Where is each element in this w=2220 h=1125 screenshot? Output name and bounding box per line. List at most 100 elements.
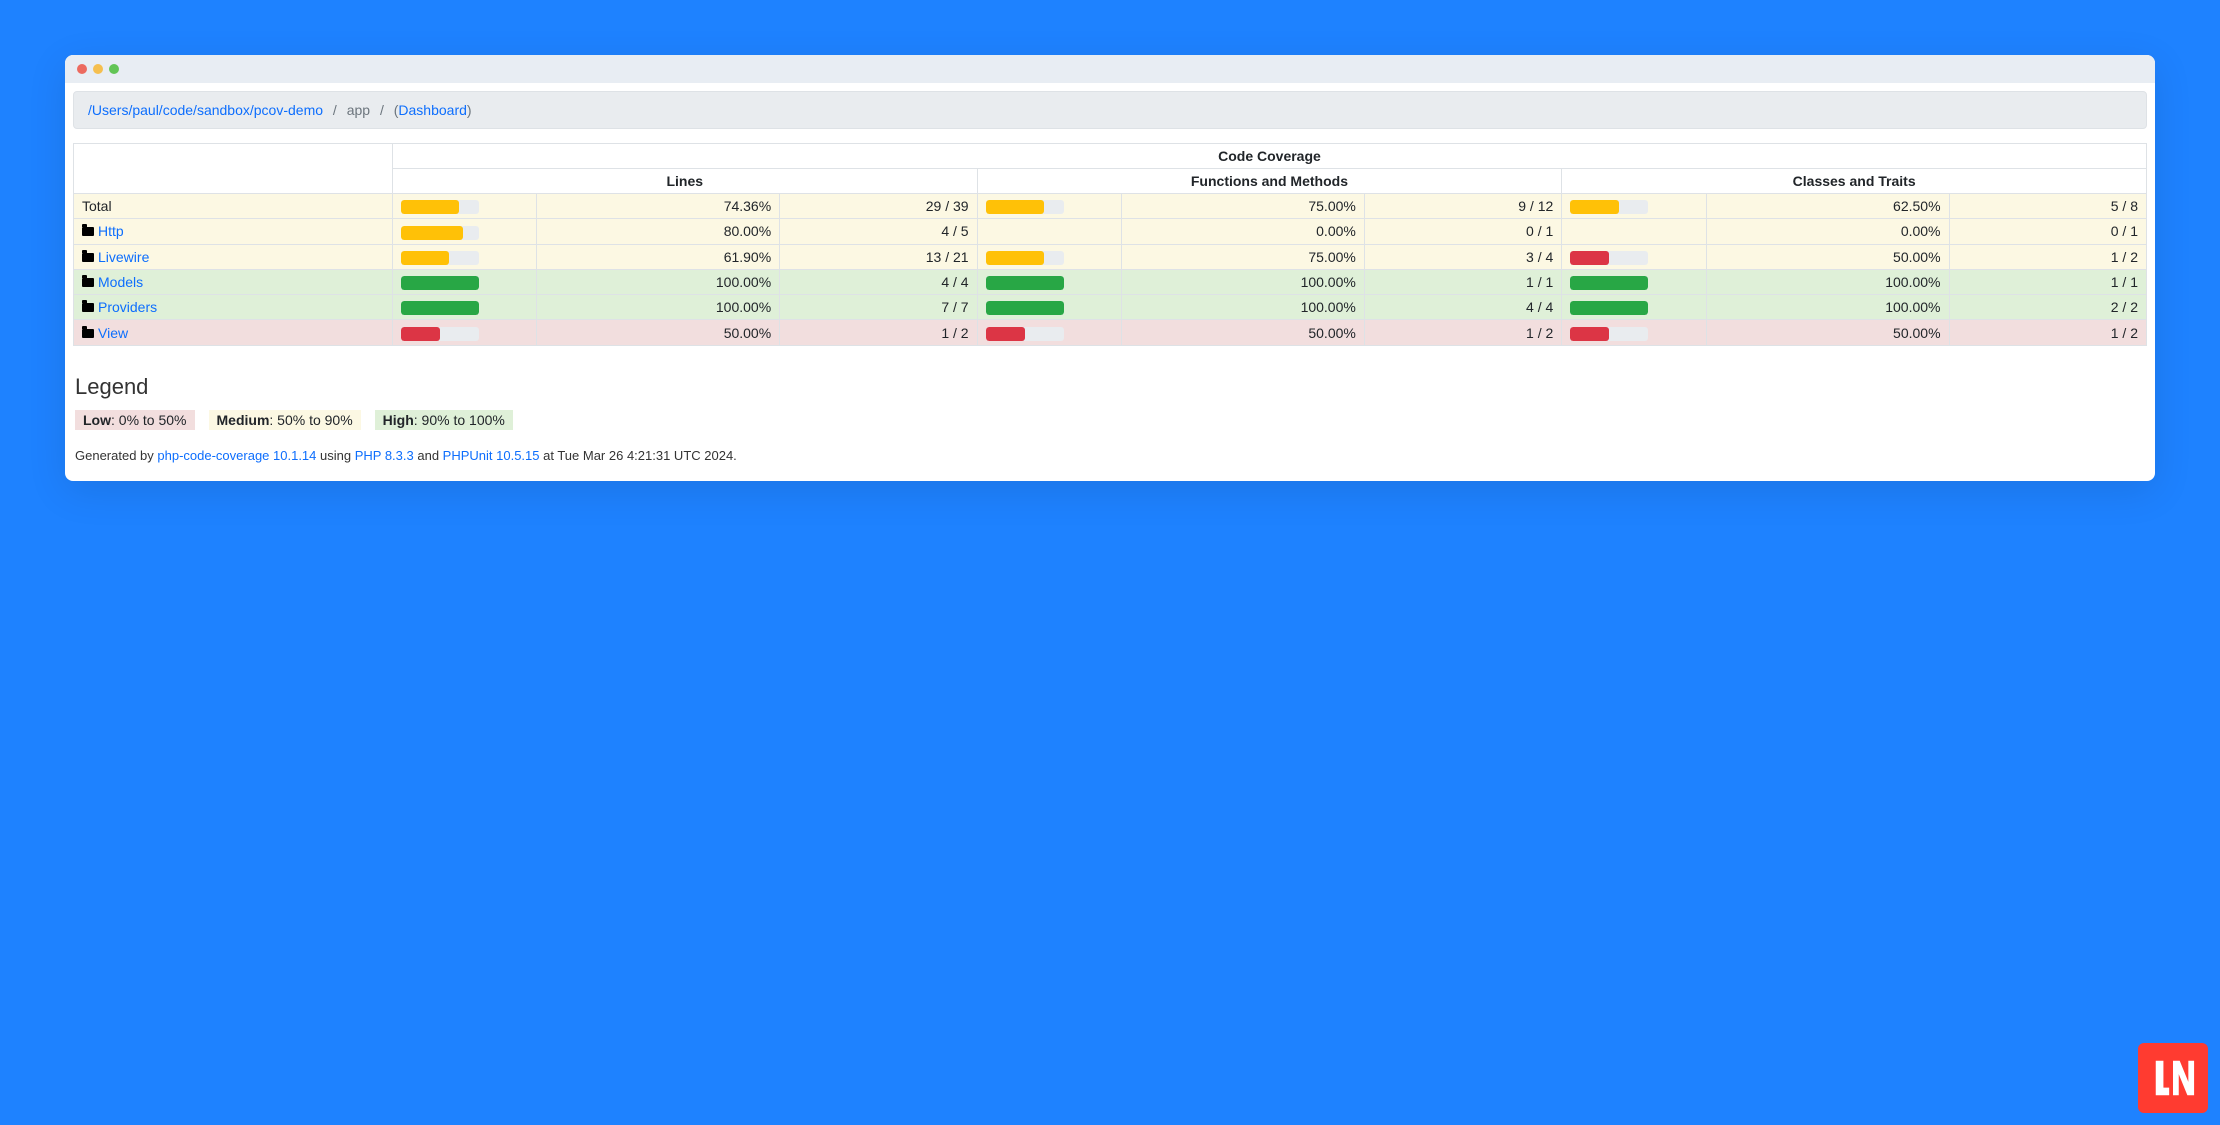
cell-percent: 50.00% [1121,320,1364,345]
cell-bar [977,269,1121,294]
folder-icon [82,253,94,262]
cell-bar [1562,269,1706,294]
cell-percent: 100.00% [1121,269,1364,294]
coverage-table: Code Coverage Lines Functions and Method… [73,143,2147,346]
cell-percent: 0.00% [1706,219,1949,244]
cell-bar [977,244,1121,269]
cell-percent: 100.00% [1706,295,1949,320]
cell-fraction: 1 / 2 [1364,320,1561,345]
cell-name: Http [74,219,393,244]
cell-fraction: 3 / 4 [1364,244,1561,269]
cell-percent: 50.00% [1706,320,1949,345]
table-row: View50.00%1 / 250.00%1 / 250.00%1 / 2 [74,320,2147,345]
progress-fill [401,276,479,290]
progress-fill [986,327,1025,341]
folder-icon [82,278,94,287]
window-minimize-icon[interactable] [93,64,103,74]
breadcrumb-root-link[interactable]: /Users/paul/code/sandbox/pcov-demo [88,102,323,118]
cell-bar [392,244,536,269]
cell-bar [977,219,1121,244]
progress-bar [1570,200,1648,214]
ln-logo-icon [2150,1055,2196,1101]
breadcrumb-separator: / [374,102,390,118]
folder-link[interactable]: Http [98,223,124,239]
cell-percent: 100.00% [537,295,780,320]
progress-fill [401,327,440,341]
cell-name: View [74,320,393,345]
cell-bar [977,320,1121,345]
cell-fraction: 1 / 2 [1949,320,2146,345]
cell-fraction: 0 / 1 [1364,219,1561,244]
cell-percent: 100.00% [537,269,780,294]
folder-link[interactable]: Models [98,274,143,290]
cell-name: Models [74,269,393,294]
legend-title: Legend [75,374,2145,400]
footer-phpunit-link[interactable]: PHPUnit 10.5.15 [443,448,540,463]
folder-icon [82,227,94,236]
progress-bar [1570,327,1648,341]
cell-fraction: 1 / 1 [1949,269,2146,294]
progress-fill [401,251,449,265]
legend-medium: Medium: 50% to 90% [209,410,361,430]
progress-bar [401,200,479,214]
th-coverage: Code Coverage [392,144,2146,169]
cell-fraction: 9 / 12 [1364,194,1561,219]
cell-fraction: 1 / 2 [1949,244,2146,269]
cell-fraction: 1 / 2 [780,320,977,345]
breadcrumb-separator: / [327,102,343,118]
cell-percent: 75.00% [1121,194,1364,219]
cell-fraction: 5 / 8 [1949,194,2146,219]
progress-fill [1570,200,1618,214]
cell-bar [1562,320,1706,345]
progress-bar [1570,301,1648,315]
cell-bar [1562,244,1706,269]
cell-percent: 100.00% [1121,295,1364,320]
progress-fill [1570,327,1609,341]
progress-fill [401,301,479,315]
footer-tool-link[interactable]: php-code-coverage 10.1.14 [157,448,316,463]
progress-bar [401,301,479,315]
cell-percent: 100.00% [1706,269,1949,294]
legend-high: High: 90% to 100% [375,410,513,430]
th-classes: Classes and Traits [1562,169,2147,194]
footer-text: Generated by php-code-coverage 10.1.14 u… [75,448,2145,463]
progress-bar [401,327,479,341]
logo-badge [2138,1043,2208,1113]
cell-fraction: 29 / 39 [780,194,977,219]
cell-percent: 62.50% [1706,194,1949,219]
footer-php-link[interactable]: PHP 8.3.3 [355,448,414,463]
folder-link[interactable]: View [98,325,128,341]
progress-fill [401,200,459,214]
progress-bar [1570,251,1648,265]
table-row: Http80.00%4 / 50.00%0 / 10.00%0 / 1 [74,219,2147,244]
progress-bar [401,226,479,240]
cell-fraction: 0 / 1 [1949,219,2146,244]
cell-fraction: 2 / 2 [1949,295,2146,320]
th-functions: Functions and Methods [977,169,1562,194]
cell-bar [392,194,536,219]
cell-name: Providers [74,295,393,320]
cell-percent: 61.90% [537,244,780,269]
cell-bar [977,295,1121,320]
cell-bar [1562,295,1706,320]
cell-bar [392,219,536,244]
cell-percent: 50.00% [1706,244,1949,269]
table-row: Models100.00%4 / 4100.00%1 / 1100.00%1 /… [74,269,2147,294]
cell-fraction: 4 / 4 [1364,295,1561,320]
table-row: Total74.36%29 / 3975.00%9 / 1262.50%5 / … [74,194,2147,219]
progress-bar [986,301,1064,315]
cell-bar [977,194,1121,219]
cell-fraction: 7 / 7 [780,295,977,320]
progress-bar [401,251,479,265]
progress-fill [986,276,1064,290]
titlebar [65,55,2155,83]
folder-link[interactable]: Providers [98,299,157,315]
window-close-icon[interactable] [77,64,87,74]
window-zoom-icon[interactable] [109,64,119,74]
folder-link[interactable]: Livewire [98,249,149,265]
cell-bar [392,320,536,345]
breadcrumb-dashboard-link[interactable]: Dashboard [398,102,467,118]
cell-bar [392,269,536,294]
breadcrumb-dashboard: (Dashboard) [394,102,472,118]
legend-low: Low: 0% to 50% [75,410,195,430]
